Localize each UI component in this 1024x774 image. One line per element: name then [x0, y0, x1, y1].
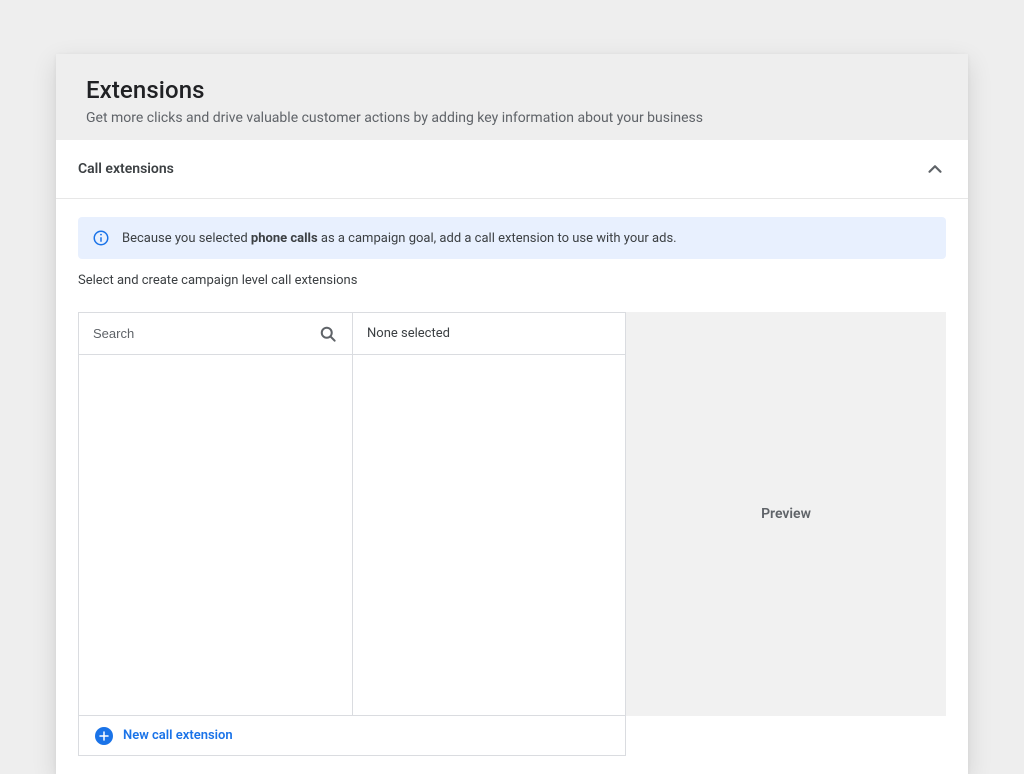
- preview-label: Preview: [761, 506, 811, 522]
- section-header-call-extensions[interactable]: Call extensions: [56, 140, 968, 199]
- panel-header: Extensions Get more clicks and drive val…: [56, 54, 968, 140]
- new-call-extension-button[interactable]: New call extension: [78, 716, 626, 756]
- info-text: Because you selected phone calls as a ca…: [122, 231, 677, 246]
- info-banner: Because you selected phone calls as a ca…: [78, 217, 946, 259]
- section-body: Because you selected phone calls as a ca…: [56, 199, 968, 764]
- plus-circle-icon: [95, 727, 113, 745]
- preview-column: Preview: [626, 312, 946, 716]
- section-title: Call extensions: [78, 161, 174, 177]
- info-icon: [92, 229, 110, 247]
- search-icon[interactable]: [318, 324, 338, 344]
- page-title: Extensions: [86, 76, 942, 104]
- selected-header: None selected: [353, 313, 625, 355]
- none-selected-label: None selected: [367, 326, 450, 341]
- selection-grid: None selected Preview: [78, 312, 946, 716]
- available-column: [78, 312, 352, 716]
- selected-column: None selected: [352, 312, 626, 716]
- instruction-text: Select and create campaign level call ex…: [78, 273, 946, 288]
- page-subtitle: Get more clicks and drive valuable custo…: [86, 110, 942, 126]
- search-header: [79, 313, 352, 355]
- new-call-extension-label: New call extension: [123, 728, 233, 743]
- selected-list: [353, 355, 625, 715]
- info-text-post: as a campaign goal, add a call extension…: [318, 231, 677, 246]
- chevron-up-icon[interactable]: [924, 158, 946, 180]
- available-list: [79, 355, 352, 715]
- info-text-bold: phone calls: [251, 231, 318, 246]
- extensions-panel: Extensions Get more clicks and drive val…: [56, 54, 968, 774]
- info-text-pre: Because you selected: [122, 231, 251, 246]
- search-input[interactable]: [93, 326, 318, 341]
